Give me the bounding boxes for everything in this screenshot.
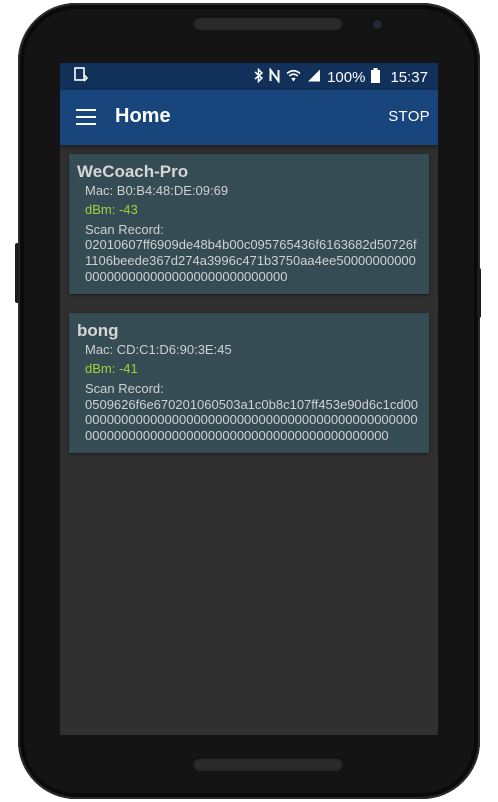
- battery-icon: [371, 68, 381, 87]
- top-speaker: [193, 16, 343, 30]
- page-title: Home: [115, 105, 171, 127]
- bottom-speaker: [193, 757, 343, 771]
- volume-button: [15, 243, 19, 303]
- stop-button[interactable]: STOP: [388, 108, 430, 125]
- screen: 100% 15:37 Home STOP WeCoach-Pro Mac: B0…: [60, 63, 438, 735]
- device-rssi: dBm: -43: [85, 202, 138, 218]
- device-card[interactable]: WeCoach-Pro Mac: B0:B4:48:DE:09:69 dBm: …: [69, 154, 429, 295]
- app-bar: Home STOP: [60, 90, 438, 145]
- cast-icon: [74, 67, 89, 87]
- phone-frame: 100% 15:37 Home STOP WeCoach-Pro Mac: B0…: [15, 3, 481, 799]
- device-name: WeCoach-Pro: [77, 162, 189, 181]
- front-camera: [373, 20, 382, 29]
- device-name: bong: [77, 321, 119, 341]
- status-bar: 100% 15:37: [60, 63, 438, 90]
- scan-record-label: Scan Record:: [85, 221, 164, 237]
- device-mac: Mac: CD:C1:D6:90:3E:45: [85, 341, 232, 357]
- scan-record-value: 02010607ff6909de48b4b00c095765436f616368…: [85, 237, 417, 284]
- wifi-icon: [286, 69, 301, 86]
- power-button: [477, 268, 481, 318]
- bluetooth-icon: [254, 67, 264, 87]
- device-list: WeCoach-Pro Mac: B0:B4:48:DE:09:69 dBm: …: [60, 145, 438, 454]
- device-mac: Mac: B0:B4:48:DE:09:69: [85, 182, 229, 198]
- nfc-icon: [269, 66, 280, 87]
- scan-record-label: Scan Record:: [85, 380, 164, 396]
- clock: 15:37: [390, 69, 428, 86]
- device-card[interactable]: bong Mac: CD:C1:D6:90:3E:45 dBm: -41 Sca…: [69, 313, 429, 454]
- device-rssi: dBm: -41: [85, 361, 138, 377]
- scan-record-value: 0509626f6e670201060503a1c0b8c107ff453e90…: [85, 396, 419, 443]
- hamburger-menu-icon[interactable]: [76, 109, 96, 125]
- battery-percent: 100%: [327, 69, 366, 86]
- signal-icon: [307, 69, 321, 86]
